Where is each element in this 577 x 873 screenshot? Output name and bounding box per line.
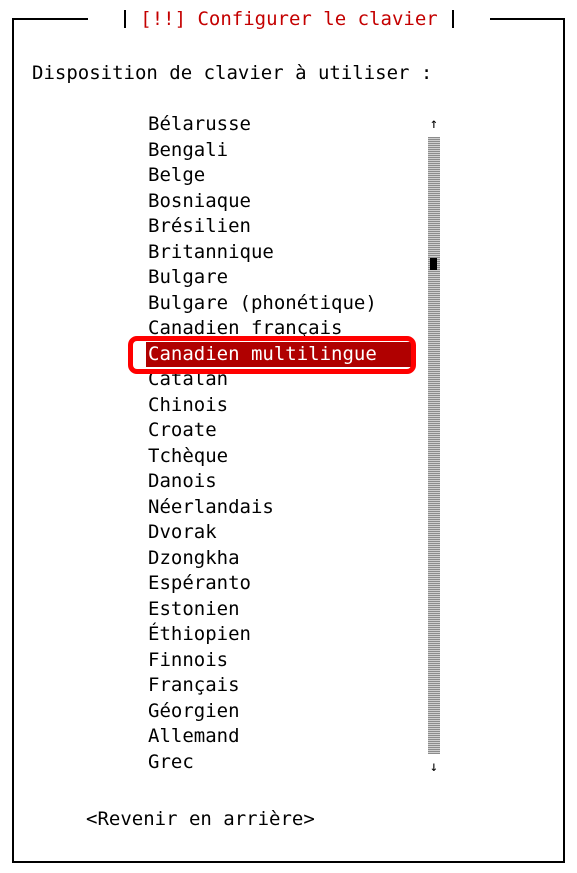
keyboard-layout-list[interactable]: Bélarusse Bengali Belge Bosniaque Brésilien B…: [146, 112, 414, 775]
layout-option[interactable]: Croate: [146, 418, 414, 444]
layout-option[interactable]: Éthiopien: [146, 622, 414, 648]
arrow-up-icon[interactable]: ↑: [426, 112, 442, 136]
layout-option[interactable]: Britannique: [146, 240, 414, 266]
dialog-title-bar: [!!] Configurer le clavier: [88, 0, 490, 38]
layout-option[interactable]: Tchèque: [146, 444, 414, 470]
layout-option[interactable]: Grec: [146, 750, 414, 776]
layout-option[interactable]: Géorgien: [146, 699, 414, 725]
layout-option[interactable]: Bulgare: [146, 265, 414, 291]
dialog-title: [!!] Configurer le clavier: [140, 8, 438, 30]
layout-option[interactable]: Bosniaque: [146, 189, 414, 215]
layout-option[interactable]: Néerlandais: [146, 495, 414, 521]
layout-option[interactable]: Français: [146, 673, 414, 699]
layout-option[interactable]: Allemand: [146, 724, 414, 750]
scrollbar-track[interactable]: [428, 137, 440, 754]
selected-layout-highlight: [128, 336, 416, 374]
layout-option[interactable]: Danois: [146, 469, 414, 495]
scrollbar-thumb[interactable]: [430, 258, 437, 270]
layout-option[interactable]: Bulgare (phonétique): [146, 291, 414, 317]
arrow-down-icon[interactable]: ↓: [426, 755, 442, 779]
layout-option[interactable]: Bengali: [146, 138, 414, 164]
layout-option[interactable]: Finnois: [146, 648, 414, 674]
layout-option[interactable]: Estonien: [146, 597, 414, 623]
layout-option[interactable]: Dzongkha: [146, 546, 414, 572]
layout-option[interactable]: Brésilien: [146, 214, 414, 240]
go-back-button[interactable]: <Revenir en arrière>: [86, 808, 315, 830]
layout-option[interactable]: Espéranto: [146, 571, 414, 597]
layout-option[interactable]: Belge: [146, 163, 414, 189]
keyboard-layout-prompt: Disposition de clavier à utiliser :: [32, 62, 433, 84]
layout-list-scrollbar[interactable]: ↑ ↓: [426, 112, 442, 780]
layout-option[interactable]: Bélarusse: [146, 112, 414, 138]
layout-option[interactable]: Chinois: [146, 393, 414, 419]
layout-option[interactable]: Dvorak: [146, 520, 414, 546]
title-right-tick: [451, 10, 454, 28]
